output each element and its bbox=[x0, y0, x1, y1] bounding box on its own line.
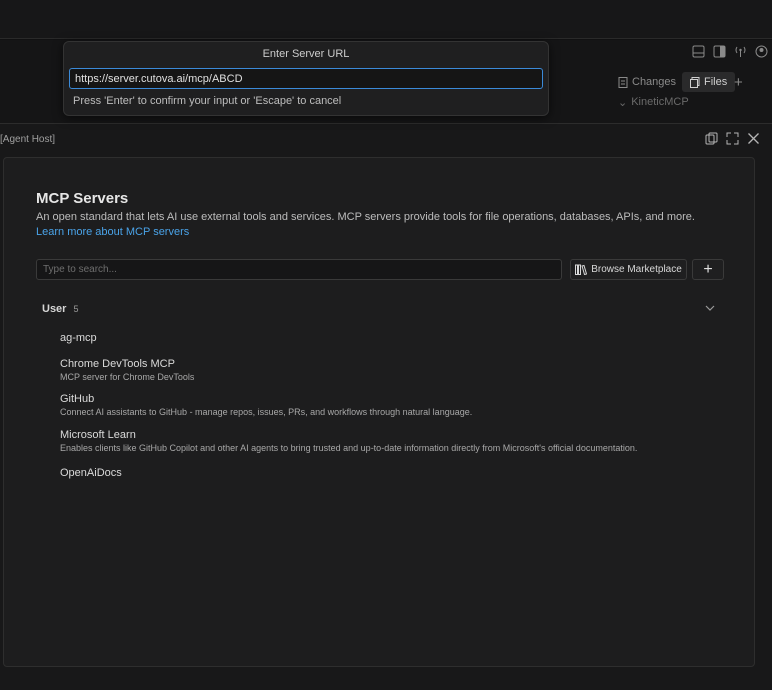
chevron-down-icon[interactable] bbox=[704, 302, 716, 314]
list-item[interactable]: Microsoft Learn Enables clients like Git… bbox=[60, 429, 637, 453]
toggle-sidebar-icon[interactable] bbox=[713, 45, 726, 58]
server-url-input[interactable] bbox=[69, 68, 543, 89]
tab-changes[interactable]: Changes bbox=[618, 72, 676, 92]
mcp-servers-view: MCP Servers An open standard that lets A… bbox=[3, 157, 755, 667]
account-icon[interactable] bbox=[755, 45, 768, 58]
learn-more-link[interactable]: Learn more about MCP servers bbox=[36, 226, 189, 238]
server-description: Enables clients like GitHub Copilot and … bbox=[60, 443, 638, 453]
panel-header: [Agent Host] bbox=[0, 124, 772, 154]
tab-files[interactable]: Files bbox=[682, 72, 736, 92]
server-description: MCP server for Chrome DevTools bbox=[60, 372, 195, 382]
library-icon bbox=[575, 264, 588, 275]
list-item[interactable]: ag-mcp bbox=[60, 332, 97, 344]
panel-actions bbox=[705, 132, 760, 145]
page-title: MCP Servers bbox=[36, 190, 129, 207]
tab-files-label: Files bbox=[704, 76, 728, 88]
server-name: ag-mcp bbox=[60, 332, 97, 344]
page-description: An open standard that lets AI use extern… bbox=[36, 211, 695, 223]
tab-changes-label: Changes bbox=[632, 76, 677, 88]
toggle-panel-icon[interactable] bbox=[692, 45, 705, 58]
secondary-sidebar: Changes Files + ⌄ KineticMCP bbox=[610, 64, 772, 124]
chevron-down-icon: ⌄ bbox=[618, 97, 628, 109]
quick-input-widget: Enter Server URL Press 'Enter' to confir… bbox=[63, 41, 549, 116]
group-header-user[interactable]: User 5 bbox=[42, 303, 78, 315]
list-item[interactable]: GitHub Connect AI assistants to GitHub -… bbox=[60, 393, 472, 417]
title-bar bbox=[0, 0, 772, 39]
new-tab-button[interactable]: + bbox=[734, 72, 743, 92]
list-item[interactable]: OpenAiDocs bbox=[60, 467, 122, 479]
add-server-button[interactable]: + bbox=[692, 259, 724, 280]
server-description: Connect AI assistants to GitHub - manage… bbox=[60, 407, 473, 417]
maximize-icon[interactable] bbox=[726, 132, 739, 145]
broadcast-icon[interactable] bbox=[734, 45, 747, 58]
close-icon[interactable] bbox=[747, 132, 760, 145]
agent-host-panel: [Agent Host] MCP Servers An open standar… bbox=[0, 123, 772, 690]
panel-title: [Agent Host] bbox=[0, 134, 56, 145]
list-item[interactable]: Chrome DevTools MCP MCP server for Chrom… bbox=[60, 358, 194, 382]
server-name: GitHub bbox=[60, 393, 95, 405]
server-name: Microsoft Learn bbox=[60, 429, 136, 441]
files-icon bbox=[690, 76, 700, 88]
server-name: OpenAiDocs bbox=[60, 467, 122, 479]
server-name: Chrome DevTools MCP bbox=[60, 358, 175, 370]
browse-marketplace-label: Browse Marketplace bbox=[591, 264, 682, 275]
file-diff-icon bbox=[618, 76, 628, 88]
quick-input-title: Enter Server URL bbox=[262, 48, 350, 60]
group-count: 5 bbox=[73, 304, 79, 314]
layout-controls bbox=[692, 45, 768, 58]
browse-marketplace-button[interactable]: Browse Marketplace bbox=[570, 259, 687, 280]
tree-item-label: KineticMCP bbox=[631, 96, 689, 108]
quick-input-hint: Press 'Enter' to confirm your input or '… bbox=[73, 95, 342, 107]
copy-icon[interactable] bbox=[705, 132, 718, 145]
tree-item-kinetic[interactable]: ⌄ KineticMCP bbox=[618, 96, 689, 109]
group-label: User bbox=[42, 303, 67, 315]
search-input[interactable] bbox=[36, 259, 562, 280]
